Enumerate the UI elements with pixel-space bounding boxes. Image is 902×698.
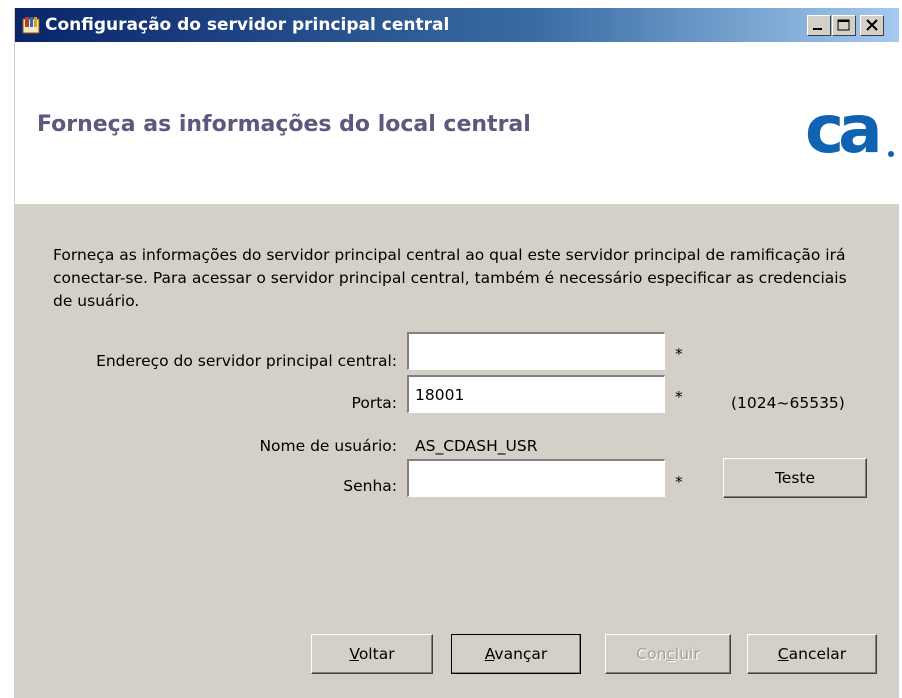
username-label: Nome de usuário: <box>259 437 397 455</box>
port-required-marker: * <box>675 388 683 406</box>
minimize-icon <box>813 28 822 30</box>
wizard-header: Forneça as informações do local central … <box>15 42 899 204</box>
maximize-icon <box>837 19 850 31</box>
close-button[interactable] <box>860 15 884 36</box>
finish-mnemonic: c <box>666 645 675 663</box>
password-label: Senha: <box>343 477 397 495</box>
cancel-mnemonic: C <box>777 645 789 663</box>
port-input[interactable] <box>407 375 665 413</box>
port-range-hint: (1024~65535) <box>731 394 845 412</box>
back-mnemonic: V <box>349 645 359 663</box>
next-button[interactable]: Avançar <box>451 634 581 674</box>
title-bar[interactable]: Configuração do servidor principal centr… <box>15 8 899 42</box>
close-icon <box>866 19 878 31</box>
minimize-button[interactable] <box>807 15 831 36</box>
finish-label-start: Con <box>636 645 667 663</box>
password-required-marker: * <box>675 473 683 491</box>
next-mnemonic: A <box>484 645 495 663</box>
setup-dialog: Configuração do servidor principal centr… <box>14 8 899 698</box>
cancel-button[interactable]: Cancelar <box>747 634 877 674</box>
back-button[interactable]: Voltar <box>311 634 433 674</box>
test-button[interactable]: Teste <box>723 458 867 498</box>
server-address-input[interactable] <box>407 332 665 370</box>
finish-button: Concluir <box>605 634 731 674</box>
server-required-marker: * <box>675 345 683 363</box>
window-title: Configuração do servidor principal centr… <box>45 15 450 35</box>
page-title: Forneça as informações do local central <box>37 112 531 137</box>
ca-logo: ca <box>805 92 894 162</box>
username-value: AS_CDASH_USR <box>415 437 538 455</box>
server-address-label: Endereço do servidor principal central: <box>96 352 397 370</box>
finish-label-end: luir <box>674 645 700 663</box>
back-label: oltar <box>358 645 395 663</box>
svg-text:ca: ca <box>805 92 878 162</box>
setup-app-icon <box>22 17 40 34</box>
description-text: Forneça as informações do servidor princ… <box>53 246 847 310</box>
password-input[interactable] <box>407 459 665 497</box>
port-label: Porta: <box>351 394 397 412</box>
maximize-button[interactable] <box>832 15 856 36</box>
next-label: vançar <box>494 645 548 663</box>
cancel-label: ancelar <box>788 645 847 663</box>
